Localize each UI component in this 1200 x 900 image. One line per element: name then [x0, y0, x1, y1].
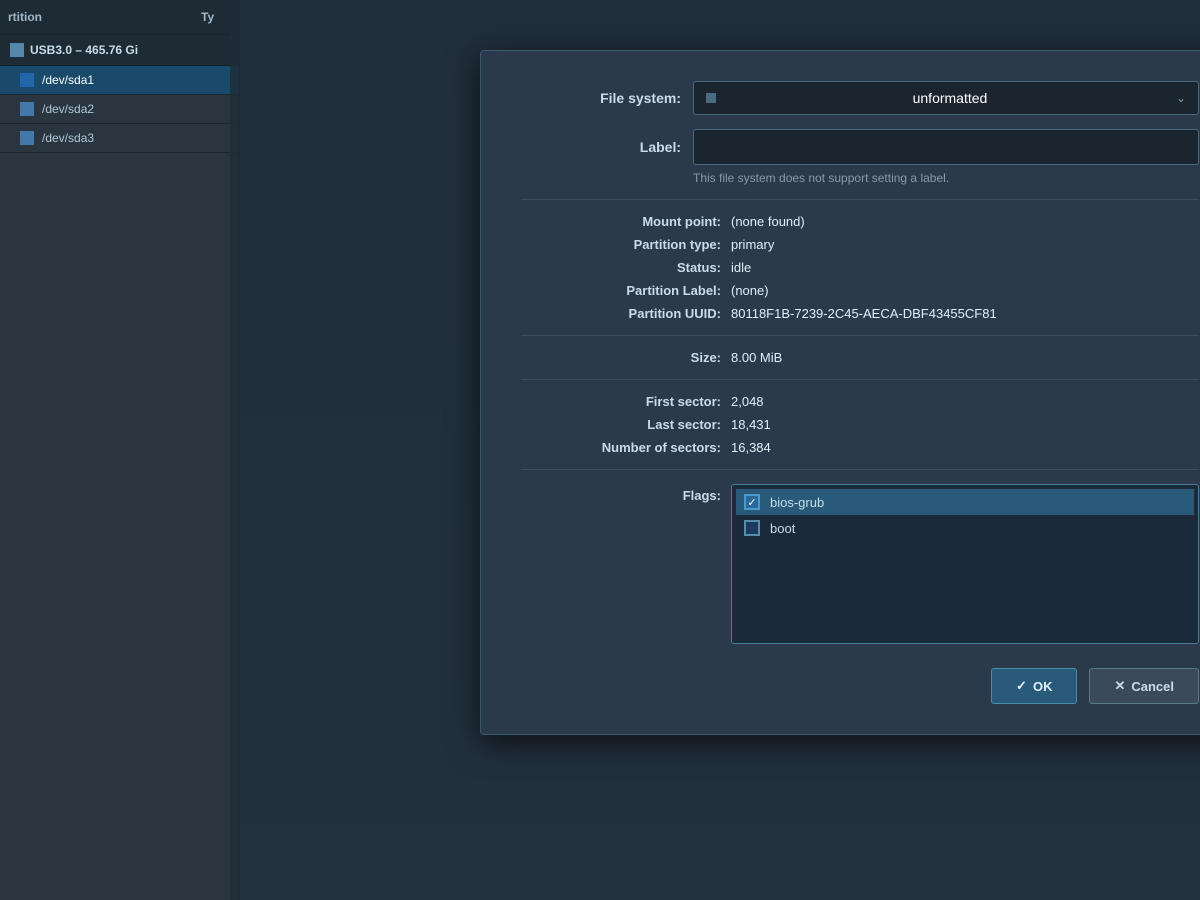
device-name: USB3.0 – 465.76 Gi [30, 43, 138, 57]
flags-label: Flags: [521, 484, 721, 503]
partition-label-value: (none) [731, 283, 769, 298]
size-value: 8.00 MiB [731, 350, 782, 365]
first-sector-label: First sector: [521, 394, 721, 409]
first-sector-value: 2,048 [731, 394, 764, 409]
separator-3 [521, 379, 1199, 380]
filesystem-select[interactable]: unformatted ⌄ [693, 81, 1199, 115]
partition-icon-sda2 [20, 102, 34, 116]
status-label: Status: [521, 260, 721, 275]
last-sector-label: Last sector: [521, 417, 721, 432]
ok-button[interactable]: ✓ OK [991, 668, 1077, 704]
separator-2 [521, 335, 1199, 336]
first-sector-row: First sector: 2,048 [521, 394, 1199, 409]
flag-boot-checkbox[interactable] [744, 520, 760, 536]
mount-point-value: (none found) [731, 214, 805, 229]
flag-bios-grub-checkbox[interactable] [744, 494, 760, 510]
partition-uuid-value: 80118F1B-7239-2C45-AECA-DBF43455CF81 [731, 306, 997, 321]
filesystem-row: File system: unformatted ⌄ [521, 81, 1199, 115]
device-icon [10, 43, 24, 57]
partition-row-sda3[interactable]: /dev/sda3 [0, 124, 239, 153]
sidebar: rtition Ty USB3.0 – 465.76 Gi /dev/sda1 … [0, 0, 240, 900]
partition-type-label: Partition type: [521, 237, 721, 252]
flags-row: Flags: bios-grub boot [521, 484, 1199, 644]
partition-uuid-row: Partition UUID: 80118F1B-7239-2C45-AECA-… [521, 306, 1199, 321]
dialog-buttons: ✓ OK ✕ Cancel [521, 668, 1199, 704]
partition-label-row: Partition Label: (none) [521, 283, 1199, 298]
dialog-overlay: File system: unformatted ⌄ Label: This f… [230, 0, 1200, 900]
partition-dialog: File system: unformatted ⌄ Label: This f… [480, 50, 1200, 735]
chevron-down-icon: ⌄ [1176, 91, 1186, 105]
sidebar-header: rtition Ty [0, 0, 239, 35]
separator-1 [521, 199, 1199, 200]
status-value: idle [731, 260, 751, 275]
flags-list: bios-grub boot [731, 484, 1199, 644]
cancel-button[interactable]: ✕ Cancel [1089, 668, 1199, 704]
flag-bios-grub[interactable]: bios-grub [736, 489, 1194, 515]
separator-4 [521, 469, 1199, 470]
last-sector-value: 18,431 [731, 417, 771, 432]
mount-point-row: Mount point: (none found) [521, 214, 1199, 229]
partition-col-header: rtition [8, 10, 193, 24]
num-sectors-label: Number of sectors: [521, 440, 721, 455]
device-row: USB3.0 – 465.76 Gi [0, 35, 239, 66]
cancel-icon: ✕ [1114, 678, 1125, 694]
partition-name-sda3: /dev/sda3 [42, 131, 94, 145]
size-row: Size: 8.00 MiB [521, 350, 1199, 365]
label-label: Label: [521, 139, 681, 155]
last-sector-row: Last sector: 18,431 [521, 417, 1199, 432]
flag-bios-grub-label: bios-grub [770, 495, 824, 510]
type-col-header: Ty [201, 10, 231, 24]
filesystem-label: File system: [521, 90, 681, 106]
flag-boot[interactable]: boot [736, 515, 1194, 541]
partition-uuid-label: Partition UUID: [521, 306, 721, 321]
filesystem-value: unformatted [913, 90, 988, 106]
partition-type-row: Partition type: primary [521, 237, 1199, 252]
label-hint: This file system does not support settin… [693, 171, 1199, 185]
partition-label-label: Partition Label: [521, 283, 721, 298]
status-row: Status: idle [521, 260, 1199, 275]
partition-icon-sda3 [20, 131, 34, 145]
partition-type-value: primary [731, 237, 774, 252]
label-row: Label: [521, 129, 1199, 165]
flag-boot-label: boot [770, 521, 795, 536]
ok-icon: ✓ [1016, 678, 1027, 694]
partition-row-sda1[interactable]: /dev/sda1 [0, 66, 239, 95]
fs-icon [706, 93, 716, 103]
num-sectors-value: 16,384 [731, 440, 771, 455]
num-sectors-row: Number of sectors: 16,384 [521, 440, 1199, 455]
partition-row-sda2[interactable]: /dev/sda2 [0, 95, 239, 124]
size-label: Size: [521, 350, 721, 365]
partition-icon-sda1 [20, 73, 34, 87]
ok-label: OK [1033, 679, 1053, 694]
partition-name-sda1: /dev/sda1 [42, 73, 94, 87]
mount-point-label: Mount point: [521, 214, 721, 229]
cancel-label: Cancel [1131, 679, 1174, 694]
label-input[interactable] [693, 129, 1199, 165]
partition-name-sda2: /dev/sda2 [42, 102, 94, 116]
